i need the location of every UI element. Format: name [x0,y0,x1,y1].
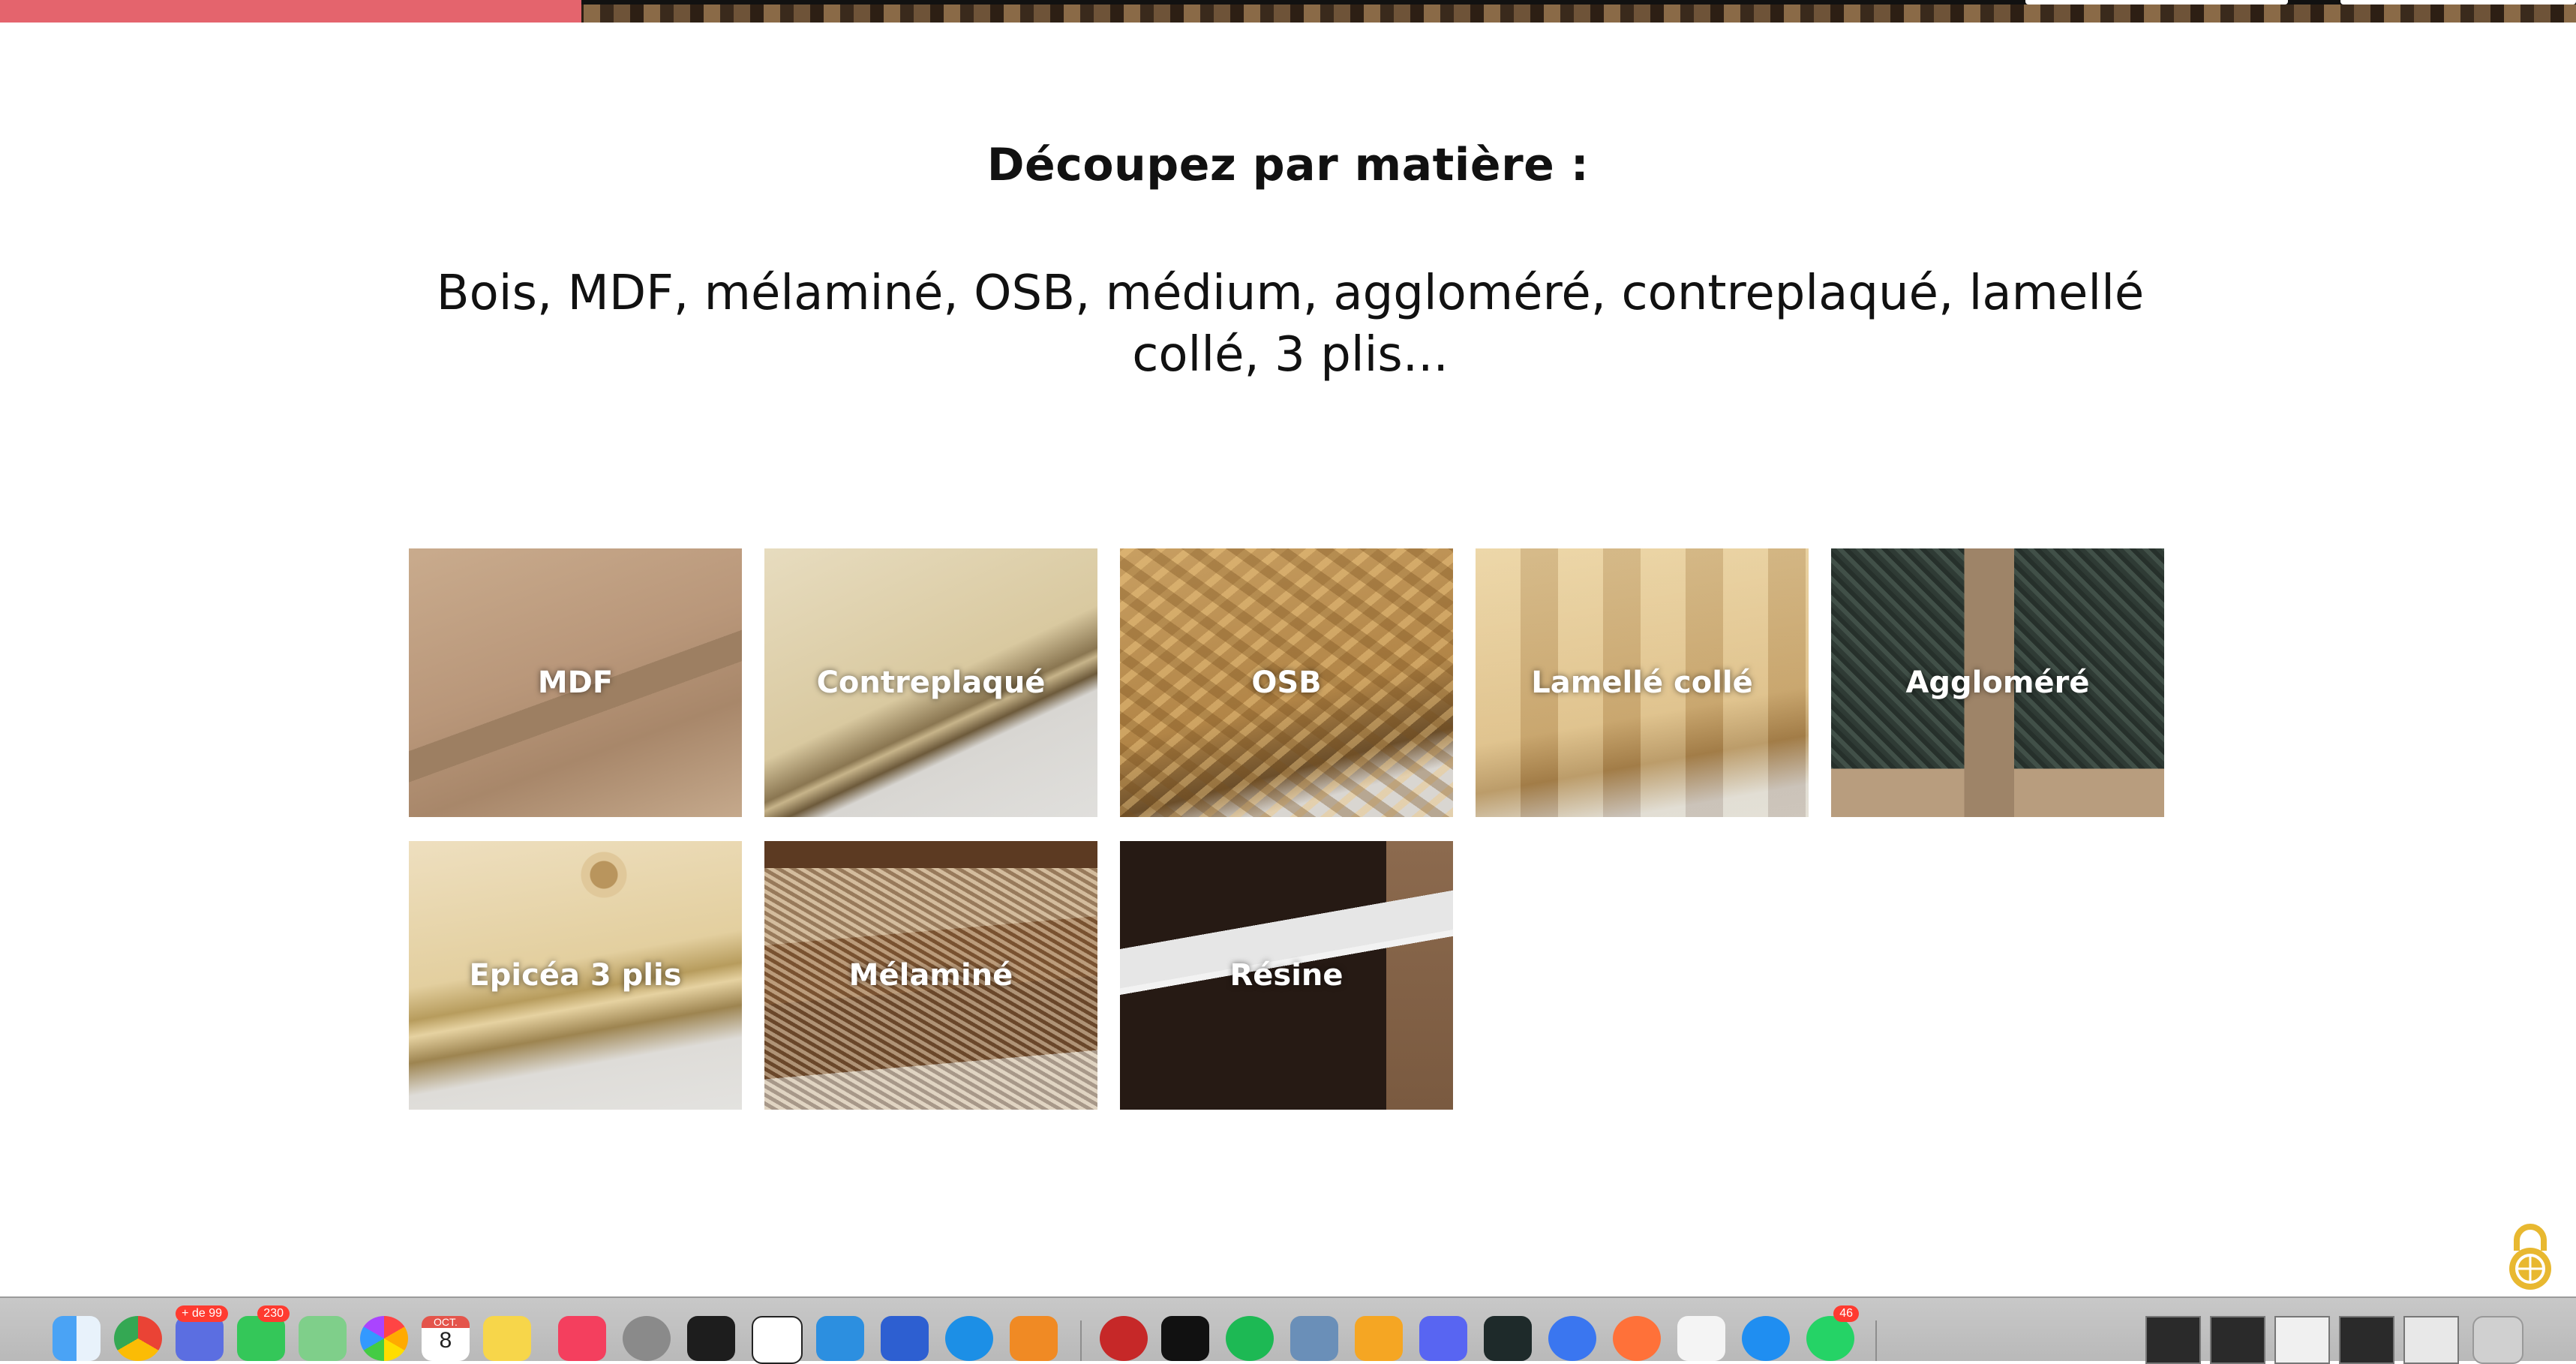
cookie-consent-lock-icon[interactable] [2504,1219,2556,1291]
section-heading: Découpez par matière : [986,139,1590,191]
material-label: OSB [1251,665,1322,700]
calendar-icon[interactable]: OCT. 8 [422,1316,470,1361]
safari-icon[interactable] [1742,1316,1790,1361]
material-card-epicea-3-plis[interactable]: Epicéa 3 plis [409,841,742,1110]
material-label: Résine [1229,958,1344,993]
material-label: MDF [537,665,614,700]
fl-studio-icon[interactable] [1010,1316,1058,1361]
pages-icon[interactable] [1355,1316,1403,1361]
spotify-icon[interactable] [1226,1316,1274,1361]
notes-icon[interactable] [483,1316,531,1361]
messages-badge: 230 [257,1305,290,1322]
audio-app-icon[interactable] [881,1316,929,1361]
minimized-window-thumbnail[interactable] [2274,1316,2330,1364]
maps-icon[interactable] [299,1316,347,1361]
top-header-strip [0,0,2576,23]
terminal-icon[interactable] [687,1316,735,1361]
material-card-melamine[interactable]: Mélaminé [764,841,1097,1110]
dock-separator [1875,1320,1877,1361]
music-icon[interactable] [558,1316,606,1361]
chrome-icon[interactable] [114,1316,162,1361]
whatsapp-icon[interactable]: 46 [1806,1305,1859,1361]
material-card-agglomere[interactable]: Aggloméré [1831,548,2164,817]
deezer-icon[interactable] [1161,1316,1209,1361]
material-card-lamelle-colle[interactable]: Lamellé collé [1476,548,1809,817]
minimized-window-thumbnail[interactable] [2210,1316,2265,1364]
mail-icon[interactable]: + de 99 [176,1305,228,1361]
material-label: Mélaminé [848,958,1013,993]
calendar-month: OCT. [422,1316,470,1328]
activity-monitor-icon[interactable] [1484,1316,1532,1361]
macos-dock: + de 99 230 OCT. 8 46 [0,1296,2576,1364]
material-card-resine[interactable]: Résine [1120,841,1453,1110]
material-label: Aggloméré [1905,665,2090,700]
material-label: Epicéa 3 plis [469,958,682,993]
header-button[interactable] [2025,0,2288,5]
photos-icon[interactable] [360,1316,408,1361]
vscode-icon[interactable] [816,1316,864,1361]
header-button[interactable] [2340,0,2576,5]
firefox-icon[interactable] [1613,1316,1661,1361]
discord-icon[interactable] [1419,1316,1467,1361]
calendar-day: 8 [439,1328,452,1353]
minimized-window-thumbnail[interactable] [2403,1316,2459,1364]
audio-recorder-icon[interactable] [1100,1316,1148,1361]
whatsapp-badge: 46 [1833,1305,1859,1322]
header-accent-bar [0,0,581,23]
settings-icon[interactable] [623,1316,671,1361]
material-label: Lamellé collé [1531,665,1753,700]
signal-icon[interactable] [1548,1316,1596,1361]
messages-icon[interactable]: 230 [237,1305,290,1361]
mail-badge: + de 99 [176,1305,228,1322]
minimized-window-thumbnail[interactable] [2339,1316,2394,1364]
material-card-contreplaque[interactable]: Contreplaqué [764,548,1097,817]
notion-icon[interactable] [752,1316,803,1364]
dock-separator [1080,1320,1082,1361]
materials-subtitle: Bois, MDF, mélaminé, OSB, médium, agglom… [436,266,2145,383]
material-label: Contreplaqué [816,665,1046,700]
finder-icon[interactable] [53,1316,101,1361]
circle-app-icon[interactable] [945,1316,993,1361]
material-card-osb[interactable]: OSB [1120,548,1453,817]
trash-icon[interactable] [2472,1316,2523,1364]
material-card-mdf[interactable]: MDF [409,548,742,817]
textedit-icon[interactable] [1677,1316,1725,1361]
preview-icon[interactable] [1290,1316,1338,1361]
minimized-window-thumbnail[interactable] [2145,1316,2201,1364]
